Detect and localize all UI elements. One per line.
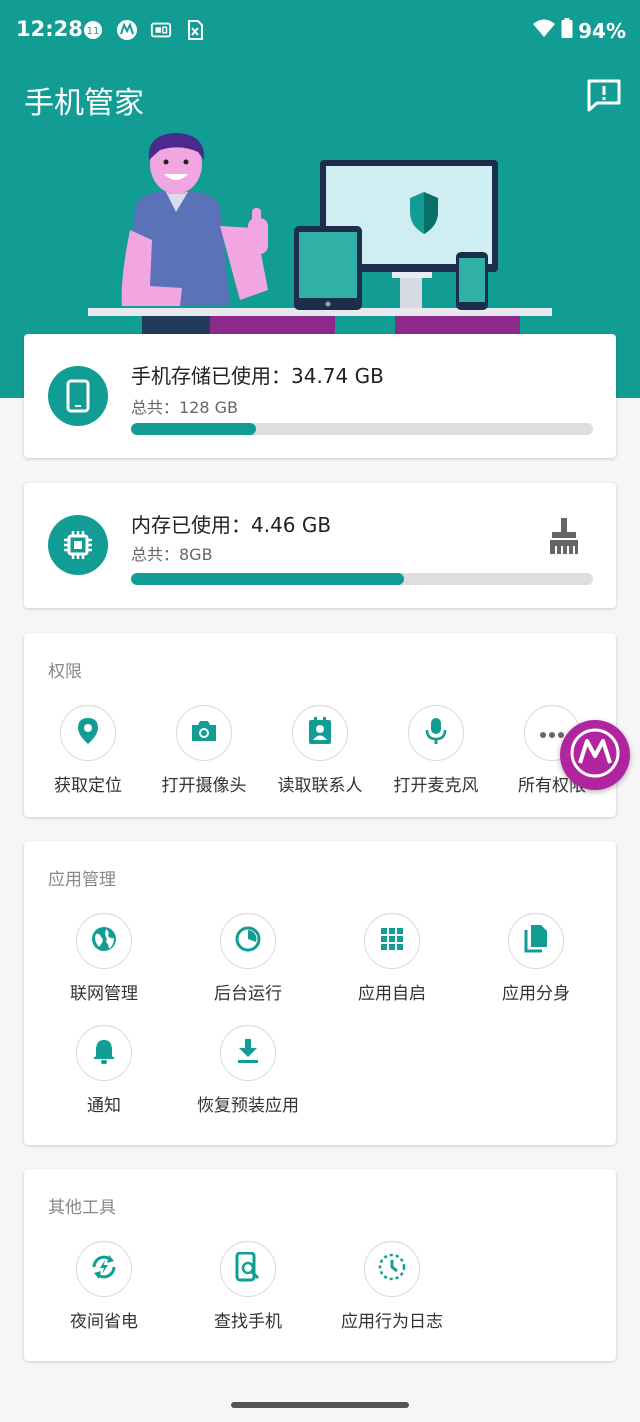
storage-card[interactable]: 手机存储已使用：34.74 GB 总共：128 GB — [24, 334, 616, 458]
motorola-status-icon — [116, 19, 138, 41]
download-icon — [236, 1038, 260, 1068]
permission-location[interactable]: 获取定位 — [23, 705, 153, 796]
app-management-section-title: 应用管理 — [48, 870, 116, 890]
copy-icon — [523, 924, 549, 958]
permission-microphone[interactable]: 打开麦克风 — [371, 705, 501, 796]
tool-find-phone-label: 查找手机 — [214, 1312, 282, 1332]
status-time: 12:28 — [16, 17, 83, 41]
app-network-management[interactable]: 联网管理 — [39, 913, 169, 1004]
other-tools-card: 其他工具 夜间省电 查找手机 应用行为日志 — [24, 1169, 616, 1361]
battery-percent: 94% — [578, 18, 626, 43]
app-restore-preinstalled-label: 恢复预装应用 — [197, 1096, 299, 1116]
status-bar: 12:28 11 94% — [0, 0, 640, 60]
microphone-icon — [425, 717, 447, 749]
storage-used-text: 手机存储已使用：34.74 GB — [131, 364, 384, 388]
permission-contacts-label: 读取联系人 — [277, 776, 363, 796]
other-tools-section-title: 其他工具 — [48, 1198, 116, 1218]
memory-used-text: 内存已使用：4.46 GB — [131, 513, 332, 537]
tool-night-power-saving-label: 夜间省电 — [70, 1312, 138, 1332]
notification-count-icon: 11 — [82, 19, 104, 41]
storage-total-text: 总共：128 GB — [131, 398, 239, 417]
app-clone[interactable]: 应用分身 — [471, 913, 601, 1004]
permissions-card: 权限 获取定位 打开摄像头 读取联系人 打开麦克风 所有权限 — [24, 633, 616, 817]
card-status-icon — [150, 19, 172, 41]
bell-icon — [92, 1037, 116, 1069]
wifi-icon — [532, 18, 556, 43]
grid-icon — [380, 927, 404, 955]
gesture-nav-bar[interactable] — [231, 1402, 409, 1408]
permission-contacts[interactable]: 读取联系人 — [255, 705, 385, 796]
app-background-run[interactable]: 后台运行 — [183, 913, 313, 1004]
app-clone-label: 应用分身 — [502, 984, 570, 1004]
app-management-card: 应用管理 联网管理 后台运行 应用自启 应用分身 通知 恢复预装应用 — [24, 841, 616, 1145]
contacts-icon — [307, 717, 333, 749]
app-notification-label: 通知 — [87, 1096, 121, 1116]
pie-icon — [234, 925, 262, 957]
tool-night-power-saving[interactable]: 夜间省电 — [39, 1241, 169, 1332]
more-icon — [539, 724, 565, 743]
permission-camera-label: 打开摄像头 — [161, 776, 247, 796]
motorola-logo-icon — [570, 728, 620, 782]
permission-microphone-label: 打开麦克风 — [393, 776, 479, 796]
svg-text:11: 11 — [87, 26, 100, 37]
globe-icon — [90, 925, 118, 957]
memory-progress-bar — [131, 573, 593, 585]
app-restore-preinstalled[interactable]: 恢复预装应用 — [183, 1025, 313, 1116]
storage-progress-fill — [131, 423, 256, 435]
tool-app-behavior-log[interactable]: 应用行为日志 — [327, 1241, 457, 1332]
app-auto-start[interactable]: 应用自启 — [327, 913, 457, 1004]
battery-saver-icon — [89, 1252, 119, 1286]
storage-progress-bar — [131, 423, 593, 435]
phone-storage-icon — [48, 366, 108, 426]
memory-progress-fill — [131, 573, 404, 585]
feedback-icon[interactable] — [586, 78, 622, 112]
battery-icon — [561, 18, 573, 43]
app-notification[interactable]: 通知 — [39, 1025, 169, 1116]
tool-app-behavior-log-label: 应用行为日志 — [341, 1312, 443, 1332]
app-auto-start-label: 应用自启 — [358, 984, 426, 1004]
camera-icon — [190, 719, 218, 747]
permission-camera[interactable]: 打开摄像头 — [139, 705, 269, 796]
memory-card[interactable]: 内存已使用：4.46 GB 总共：8GB — [24, 483, 616, 608]
broom-clean-icon[interactable] — [544, 516, 584, 556]
header-illustration — [88, 133, 552, 335]
permission-location-label: 获取定位 — [54, 776, 122, 796]
find-phone-icon — [235, 1251, 261, 1286]
location-icon — [76, 717, 100, 749]
clock-log-icon — [377, 1252, 407, 1286]
app-network-management-label: 联网管理 — [70, 984, 138, 1004]
tool-find-phone[interactable]: 查找手机 — [183, 1241, 313, 1332]
app-background-run-label: 后台运行 — [214, 984, 282, 1004]
page-title: 手机管家 — [24, 86, 144, 121]
sim-status-icon — [184, 19, 206, 41]
memory-total-text: 总共：8GB — [131, 545, 213, 564]
chip-icon — [48, 515, 108, 575]
permissions-section-title: 权限 — [48, 662, 82, 682]
motorola-floating-button[interactable] — [560, 720, 630, 790]
